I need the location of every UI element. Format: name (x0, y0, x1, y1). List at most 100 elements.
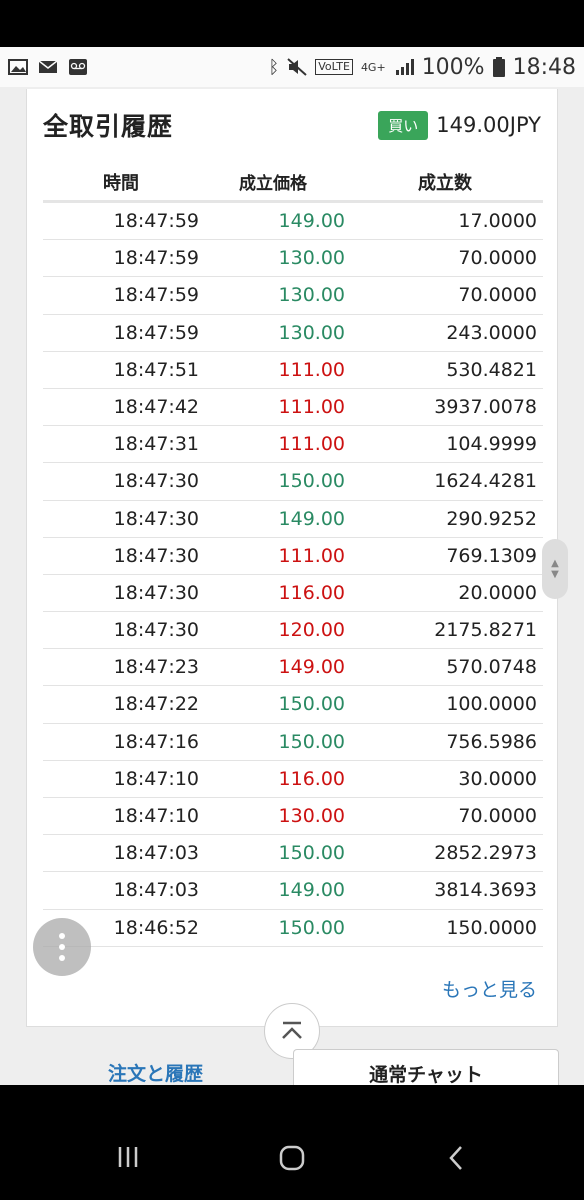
cell-time: 18:47:16 (113, 730, 199, 753)
table-row: 18:47:30 120.00 2175.8271 (43, 612, 543, 650)
mail-icon (38, 60, 58, 73)
voicemail-icon (69, 59, 87, 75)
cell-price: 150.00 (278, 842, 345, 865)
table-row: 18:47:59 130.00 70.0000 (43, 277, 543, 315)
cell-time: 18:47:30 (113, 470, 199, 493)
recent-apps-icon[interactable] (116, 1145, 140, 1169)
cell-price: 111.00 (278, 358, 345, 381)
chevron-up-icon: ▲ (551, 558, 559, 569)
table-row: 18:47:59 130.00 243.0000 (43, 315, 543, 352)
cell-qty: 30.0000 (458, 767, 537, 790)
status-bar: ᛒ VoLTE 4G+ 100% 18:48 (0, 47, 584, 87)
cell-price: 150.00 (278, 470, 345, 493)
cell-price: 111.00 (278, 433, 345, 456)
table-header: 時間 成立価格 成立数 (43, 169, 543, 203)
cell-time: 18:47:03 (113, 879, 199, 902)
cell-qty: 1624.4281 (434, 470, 537, 493)
cell-qty: 70.0000 (458, 247, 537, 270)
cell-qty: 290.9252 (446, 507, 537, 530)
cell-qty: 570.0748 (446, 656, 537, 679)
dot (59, 933, 65, 939)
scrollbar-handle[interactable]: ▲ ▼ (542, 539, 568, 599)
cell-qty: 243.0000 (446, 321, 537, 344)
clock: 18:48 (512, 54, 576, 80)
cell-qty: 2175.8271 (434, 619, 537, 642)
buy-badge: 買い (378, 110, 429, 140)
table-row: 18:46:52 150.00 150.0000 (43, 910, 543, 947)
current-price: 買い 149.00JPY (378, 110, 541, 140)
card-header: 全取引履歴 買い 149.00JPY (43, 107, 541, 143)
cell-price: 149.00 (278, 656, 345, 679)
table-row: 18:47:31 111.00 104.9999 (43, 426, 543, 464)
network-label: 4G+ (360, 60, 386, 74)
cell-qty: 3814.3693 (434, 879, 537, 902)
back-icon[interactable] (447, 1145, 465, 1171)
page-title: 全取引履歴 (43, 112, 174, 141)
table-row: 18:47:16 150.00 756.5986 (43, 724, 543, 761)
cell-price: 120.00 (278, 619, 345, 642)
cell-price: 111.00 (278, 395, 345, 418)
cell-time: 18:47:51 (113, 358, 199, 381)
table-row: 18:47:59 130.00 70.0000 (43, 240, 543, 278)
cell-time: 18:47:59 (113, 210, 199, 232)
table-body: 18:47:59 149.00 17.0000 18:47:59 130.00 70.00… (43, 203, 543, 947)
cell-qty: 104.9999 (446, 433, 537, 456)
cell-qty: 150.0000 (446, 916, 537, 939)
cell-price: 130.00 (278, 247, 345, 270)
table-row: 18:47:03 150.00 2852.2973 (43, 835, 543, 873)
table-row: 18:47:22 150.00 100.0000 (43, 686, 543, 724)
table-row: 18:47:42 111.00 3937.0078 (43, 389, 543, 427)
price-value: 149.00JPY (436, 113, 541, 137)
volte-label: VoLTE (315, 59, 353, 75)
mute-icon (287, 58, 307, 76)
cell-time: 18:47:59 (113, 284, 199, 307)
cell-price: 130.00 (278, 321, 345, 344)
cell-time: 18:47:42 (113, 395, 199, 418)
cell-price: 149.00 (278, 879, 345, 902)
more-options-button[interactable] (33, 918, 91, 976)
cell-time: 18:46:52 (113, 916, 199, 939)
battery-percent: 100% (421, 54, 485, 80)
cell-time: 18:47:30 (113, 581, 199, 604)
cell-qty: 70.0000 (458, 805, 537, 827)
cell-time: 18:47:23 (113, 656, 199, 679)
app-content: 全取引履歴 買い 149.00JPY 時間 成立価格 成立数 18:47:59 1… (0, 87, 584, 1085)
tab-chat[interactable]: 通常チャット (293, 1049, 559, 1085)
table-row: 18:47:10 116.00 30.0000 (43, 761, 543, 798)
table-row: 18:47:23 149.00 570.0748 (43, 649, 543, 687)
table-row: 18:47:03 149.00 3814.3693 (43, 872, 543, 910)
cell-time: 18:47:30 (113, 619, 199, 642)
column-header-price: 成立価格 (239, 174, 307, 194)
cell-qty: 2852.2973 (434, 842, 537, 865)
cell-time: 18:47:31 (113, 433, 199, 456)
column-header-time: 時間 (103, 173, 139, 194)
cell-qty: 769.1309 (446, 544, 537, 567)
table-row: 18:47:30 116.00 20.0000 (43, 575, 543, 613)
battery-icon (492, 57, 505, 77)
gallery-icon (8, 59, 28, 75)
arrow-up-icon (282, 1021, 302, 1039)
cell-qty: 70.0000 (458, 284, 537, 307)
table-row: 18:47:59 149.00 17.0000 (43, 203, 543, 241)
cell-qty: 100.0000 (446, 693, 537, 716)
trade-history-card: 全取引履歴 買い 149.00JPY 時間 成立価格 成立数 18:47:59 1… (26, 89, 558, 1027)
chevron-down-icon: ▼ (551, 569, 559, 580)
table-row: 18:47:30 150.00 1624.4281 (43, 463, 543, 501)
system-nav-bar (0, 1085, 584, 1200)
cell-price: 116.00 (278, 767, 345, 790)
cell-price: 130.00 (278, 805, 345, 827)
more-link[interactable]: もっと見る (442, 975, 537, 1002)
table-row: 18:47:30 111.00 769.1309 (43, 538, 543, 575)
cell-qty: 756.5986 (446, 730, 537, 753)
tab-orders-history[interactable]: 注文と履歴 (108, 1059, 203, 1085)
cell-time: 18:47:03 (113, 842, 199, 865)
cell-time: 18:47:22 (113, 693, 199, 716)
cell-price: 116.00 (278, 581, 345, 604)
cell-time: 18:47:59 (113, 321, 199, 344)
cell-price: 150.00 (278, 730, 345, 753)
cell-price: 150.00 (278, 693, 345, 716)
cell-price: 149.00 (278, 210, 345, 232)
cell-time: 18:47:10 (113, 767, 199, 790)
home-icon[interactable] (279, 1145, 305, 1171)
cell-qty: 17.0000 (458, 210, 537, 232)
